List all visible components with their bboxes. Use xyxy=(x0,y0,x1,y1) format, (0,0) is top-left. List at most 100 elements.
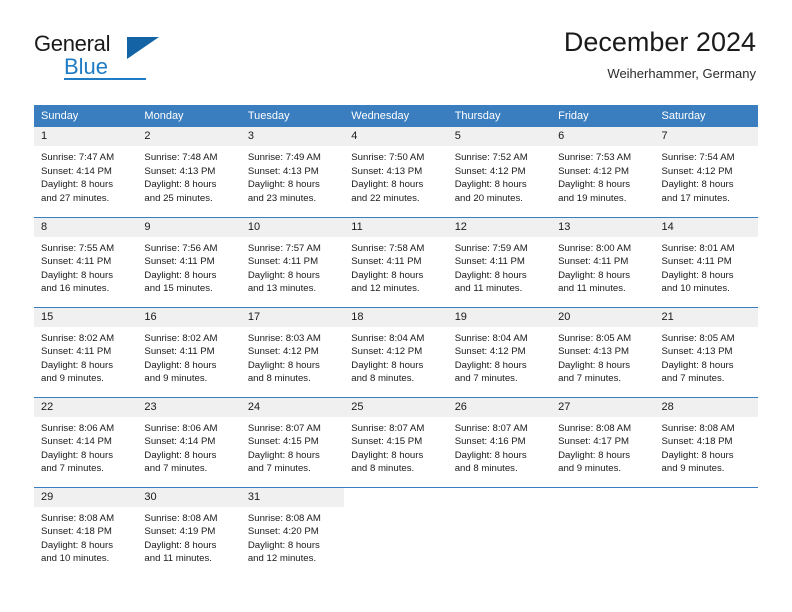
calendar-day-cell[interactable]: 6 Sunrise: 7:53 AM Sunset: 4:12 PM Daylight… xyxy=(551,127,655,217)
sunset-time: Sunset: 4:11 PM xyxy=(144,256,215,268)
day-details: Sunrise: 7:50 AM Sunset: 4:13 PM Daylight:… xyxy=(344,146,448,206)
daylight-duration-line2: and 7 minutes. xyxy=(558,373,622,385)
daylight-duration-line1: Daylight: 8 hours xyxy=(558,179,631,191)
sunrise-time: Sunrise: 7:47 AM xyxy=(41,152,115,163)
day-details: Sunrise: 8:07 AM Sunset: 4:15 PM Daylight:… xyxy=(240,416,345,476)
calendar-day-cell[interactable]: 24 Sunrise: 8:07 AM Sunset: 4:15 PM Dayligh… xyxy=(240,396,345,487)
calendar-day-cell[interactable]: 10 Sunrise: 7:57 AM Sunset: 4:11 PM Dayligh… xyxy=(240,216,345,307)
calendar-day-cell[interactable]: 28 Sunrise: 8:08 AM Sunset: 4:18 PM Dayligh… xyxy=(654,396,758,487)
day-number: 28 xyxy=(654,397,758,417)
day-details: Sunrise: 7:47 AM Sunset: 4:14 PM Daylight:… xyxy=(34,146,138,206)
day-number: 6 xyxy=(551,127,655,146)
calendar-day-cell[interactable]: 9 Sunrise: 7:56 AM Sunset: 4:11 PM Daylight… xyxy=(137,216,241,307)
sunset-time: Sunset: 4:14 PM xyxy=(41,165,112,177)
day-details: Sunrise: 8:05 AM Sunset: 4:13 PM Daylight:… xyxy=(551,326,655,386)
calendar-day-cell[interactable]: 7 Sunrise: 7:54 AM Sunset: 4:12 PM Daylight… xyxy=(654,127,758,217)
sunset-time: Sunset: 4:13 PM xyxy=(247,165,319,177)
sunrise-time: Sunrise: 7:57 AM xyxy=(247,242,321,254)
day-details: Sunrise: 7:58 AM Sunset: 4:11 PM Daylight:… xyxy=(344,236,448,296)
sunrise-time: Sunrise: 8:05 AM xyxy=(661,332,735,344)
sunset-time: Sunset: 4:11 PM xyxy=(351,256,422,268)
calendar-day-cell[interactable]: 14 Sunrise: 8:01 AM Sunset: 4:11 PM Dayligh… xyxy=(654,216,758,307)
logo-triangle-icon xyxy=(127,37,159,59)
calendar-day-cell[interactable]: 19 Sunrise: 8:04 AM Sunset: 4:12 PM Dayligh… xyxy=(447,306,552,397)
calendar-day-cell[interactable]: 16 Sunrise: 8:02 AM Sunset: 4:11 PM Dayligh… xyxy=(137,306,241,397)
sunset-time: Sunset: 4:13 PM xyxy=(351,165,423,177)
day-number: 7 xyxy=(654,127,758,146)
daylight-duration-line1: Daylight: 8 hours xyxy=(558,449,631,461)
sunrise-time: Sunrise: 8:08 AM xyxy=(558,422,632,434)
calendar-day-cell[interactable]: 31 Sunrise: 8:08 AM Sunset: 4:20 PM Dayligh… xyxy=(240,486,345,577)
daylight-duration-line1: Daylight: 8 hours xyxy=(144,359,217,371)
daylight-duration-line1: Daylight: 8 hours xyxy=(144,539,217,551)
calendar-day-cell[interactable]: 11 Sunrise: 7:58 AM Sunset: 4:11 PM Dayligh… xyxy=(344,216,448,307)
calendar-day-cell[interactable]: 17 Sunrise: 8:03 AM Sunset: 4:12 PM Dayligh… xyxy=(240,306,345,397)
day-details: Sunrise: 7:59 AM Sunset: 4:11 PM Daylight:… xyxy=(447,236,552,296)
calendar-cell-empty xyxy=(344,486,448,577)
calendar-day-cell[interactable]: 5 Sunrise: 7:52 AM Sunset: 4:12 PM Daylight… xyxy=(447,127,552,217)
calendar-day-cell[interactable]: 26 Sunrise: 8:07 AM Sunset: 4:16 PM Dayligh… xyxy=(447,396,552,487)
day-number: 3 xyxy=(240,127,345,146)
calendar-day-cell[interactable]: 18 Sunrise: 8:04 AM Sunset: 4:12 PM Dayligh… xyxy=(344,306,448,397)
general-blue-logo[interactable]: General Blue xyxy=(34,33,254,83)
calendar-day-cell[interactable]: 2 Sunrise: 7:48 AM Sunset: 4:13 PM Daylight… xyxy=(137,127,241,217)
sunset-time: Sunset: 4:11 PM xyxy=(247,256,319,268)
day-details: Sunrise: 7:49 AM Sunset: 4:13 PM Daylight:… xyxy=(240,146,345,206)
daylight-duration-line2: and 7 minutes. xyxy=(247,463,311,475)
sunrise-time: Sunrise: 8:02 AM xyxy=(41,332,115,344)
location-subtitle: Weiherhammer, Germany xyxy=(607,65,756,81)
sunset-time: Sunset: 4:11 PM xyxy=(41,256,112,268)
daylight-duration-line1: Daylight: 8 hours xyxy=(144,179,217,191)
calendar-day-cell[interactable]: 4 Sunrise: 7:50 AM Sunset: 4:13 PM Daylight… xyxy=(344,127,448,217)
day-details: Sunrise: 8:07 AM Sunset: 4:16 PM Daylight:… xyxy=(447,416,552,476)
weekday-header-monday: Monday xyxy=(137,105,241,127)
daylight-duration-line2: and 7 minutes. xyxy=(41,463,104,475)
calendar-day-cell[interactable]: 15 Sunrise: 8:02 AM Sunset: 4:11 PM Dayligh… xyxy=(34,306,138,397)
daylight-duration-line1: Daylight: 8 hours xyxy=(144,449,217,461)
daylight-duration-line2: and 11 minutes. xyxy=(558,283,626,295)
calendar-day-cell[interactable]: 13 Sunrise: 8:00 AM Sunset: 4:11 PM Dayligh… xyxy=(551,216,655,307)
daylight-duration-line2: and 11 minutes. xyxy=(144,553,212,565)
sunset-time: Sunset: 4:13 PM xyxy=(558,346,630,358)
day-details: Sunrise: 8:06 AM Sunset: 4:14 PM Daylight:… xyxy=(34,416,138,476)
day-details: Sunrise: 8:08 AM Sunset: 4:18 PM Daylight:… xyxy=(654,416,758,476)
sunrise-time: Sunrise: 7:50 AM xyxy=(351,152,425,163)
day-details: Sunrise: 8:02 AM Sunset: 4:11 PM Daylight:… xyxy=(137,326,241,386)
daylight-duration-line1: Daylight: 8 hours xyxy=(454,269,527,281)
day-number: 15 xyxy=(34,307,138,327)
calendar-week-row: 22 Sunrise: 8:06 AM Sunset: 4:14 PM Dayligh… xyxy=(34,396,758,487)
weekday-header-thursday: Thursday xyxy=(447,105,552,127)
day-number: 21 xyxy=(654,307,758,327)
sunset-time: Sunset: 4:11 PM xyxy=(558,256,629,268)
calendar-day-cell[interactable]: 8 Sunrise: 7:55 AM Sunset: 4:11 PM Daylight… xyxy=(34,216,138,307)
day-details: Sunrise: 7:53 AM Sunset: 4:12 PM Daylight:… xyxy=(551,146,655,206)
sunset-time: Sunset: 4:12 PM xyxy=(454,346,526,358)
calendar-day-cell[interactable]: 20 Sunrise: 8:05 AM Sunset: 4:13 PM Dayligh… xyxy=(551,306,655,397)
day-number: 2 xyxy=(137,127,241,146)
sunrise-time: Sunrise: 8:05 AM xyxy=(558,332,632,344)
calendar-day-cell[interactable]: 1 Sunrise: 7:47 AM Sunset: 4:14 PM Daylight… xyxy=(34,127,138,217)
calendar-day-cell[interactable]: 25 Sunrise: 8:07 AM Sunset: 4:15 PM Dayligh… xyxy=(344,396,448,487)
calendar-day-cell[interactable]: 29 Sunrise: 8:08 AM Sunset: 4:18 PM Dayligh… xyxy=(34,486,138,577)
calendar-day-cell[interactable]: 3 Sunrise: 7:49 AM Sunset: 4:13 PM Daylight… xyxy=(240,127,345,217)
daylight-duration-line1: Daylight: 8 hours xyxy=(351,449,424,461)
calendar-day-cell[interactable]: 12 Sunrise: 7:59 AM Sunset: 4:11 PM Dayligh… xyxy=(447,216,552,307)
day-details: Sunrise: 8:01 AM Sunset: 4:11 PM Daylight:… xyxy=(654,236,758,296)
calendar-day-cell[interactable]: 22 Sunrise: 8:06 AM Sunset: 4:14 PM Dayligh… xyxy=(34,396,138,487)
daylight-duration-line2: and 9 minutes. xyxy=(558,463,622,475)
calendar-header-row: Sunday Monday Tuesday Wednesday Thursday Frid… xyxy=(34,105,758,127)
calendar-day-cell[interactable]: 27 Sunrise: 8:08 AM Sunset: 4:17 PM Dayligh… xyxy=(551,396,655,487)
sunrise-time: Sunrise: 8:01 AM xyxy=(661,242,735,254)
daylight-duration-line2: and 15 minutes. xyxy=(144,283,213,295)
daylight-duration-line1: Daylight: 8 hours xyxy=(41,359,113,371)
sunset-time: Sunset: 4:11 PM xyxy=(661,256,732,268)
day-number: 9 xyxy=(137,217,241,237)
calendar-day-cell[interactable]: 21 Sunrise: 8:05 AM Sunset: 4:13 PM Dayligh… xyxy=(654,306,758,397)
day-number: 27 xyxy=(551,397,655,417)
weekday-header-saturday: Saturday xyxy=(654,105,758,127)
calendar-day-cell[interactable]: 30 Sunrise: 8:08 AM Sunset: 4:19 PM Dayligh… xyxy=(137,486,241,577)
day-details: Sunrise: 8:04 AM Sunset: 4:12 PM Daylight:… xyxy=(447,326,552,386)
day-number: 14 xyxy=(654,217,758,237)
calendar-day-cell[interactable]: 23 Sunrise: 8:06 AM Sunset: 4:14 PM Dayligh… xyxy=(137,396,241,487)
sunset-time: Sunset: 4:11 PM xyxy=(144,346,215,358)
